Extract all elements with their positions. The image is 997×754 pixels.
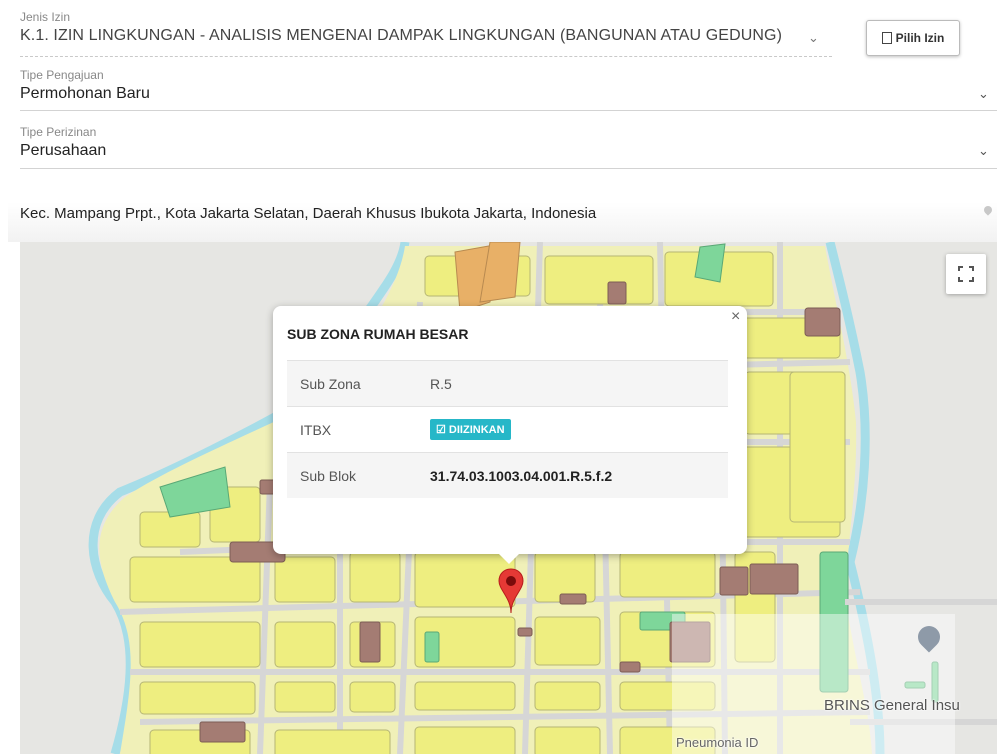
table-row: ITBX ☑ DIIZINKAN: [287, 406, 728, 453]
row-key: ITBX: [287, 406, 430, 453]
tipe-perizinan-value[interactable]: Perusahaan: [20, 141, 997, 161]
map-marker-icon[interactable]: [498, 568, 524, 614]
pilih-izin-button[interactable]: Pilih Izin: [866, 20, 960, 56]
fullscreen-button[interactable]: [946, 254, 986, 294]
jenis-izin-label: Jenis Izin: [20, 10, 71, 24]
tipe-pengajuan-underline: [20, 110, 997, 111]
tipe-perizinan-underline: [20, 168, 997, 169]
jenis-izin-value[interactable]: K.1. IZIN LINGKUNGAN - ANALISIS MENGENAI…: [20, 26, 832, 46]
table-row: Sub Zona R.5: [287, 360, 728, 407]
address-text[interactable]: Kec. Mampang Prpt., Kota Jakarta Selatan…: [20, 205, 596, 222]
tipe-perizinan-select[interactable]: Tipe Perizinan Perusahaan: [20, 125, 997, 161]
row-value: 31.74.03.1003.04.001.R.5.f.2: [430, 452, 728, 498]
row-value: ☑ DIIZINKAN: [430, 406, 728, 453]
table-row: Sub Blok 31.74.03.1003.04.001.R.5.f.2: [287, 452, 728, 498]
popup-title: SUB ZONA RUMAH BESAR: [287, 326, 469, 342]
row-value: R.5: [430, 360, 728, 407]
tipe-pengajuan-label: Tipe Pengajuan: [20, 68, 104, 82]
zone-info-table: Sub Zona R.5 ITBX ☑ DIIZINKAN Sub Blok 3…: [287, 360, 728, 498]
row-key: Sub Zona: [287, 360, 430, 407]
status-badge: ☑ DIIZINKAN: [430, 419, 511, 440]
chevron-down-icon[interactable]: ⌄: [978, 143, 989, 159]
close-icon[interactable]: ×: [731, 308, 740, 326]
poi-area: [672, 614, 955, 754]
jenis-izin-underline: [20, 56, 832, 57]
pilih-izin-label: Pilih Izin: [895, 31, 945, 45]
fullscreen-icon: [958, 266, 974, 282]
chevron-down-icon[interactable]: ⌄: [808, 30, 819, 46]
tipe-perizinan-label: Tipe Perizinan: [20, 125, 97, 139]
location-pin-icon: [982, 204, 994, 216]
jenis-izin-field[interactable]: Jenis Izin K.1. IZIN LINGKUNGAN - ANALIS…: [20, 10, 832, 46]
document-icon: [881, 31, 892, 44]
tipe-pengajuan-value[interactable]: Permohonan Baru: [20, 84, 997, 104]
poi-label[interactable]: BRINS General Insu: [824, 697, 960, 714]
tipe-pengajuan-select[interactable]: Tipe Pengajuan Permohonan Baru: [20, 68, 997, 104]
chevron-down-icon[interactable]: ⌄: [978, 86, 989, 102]
zone-info-popup: × SUB ZONA RUMAH BESAR Sub Zona R.5 ITBX…: [273, 306, 747, 564]
poi-label[interactable]: Pneumonia ID: [676, 735, 758, 750]
popup-tail: [497, 552, 521, 564]
row-key: Sub Blok: [287, 452, 430, 498]
address-search-input[interactable]: Kec. Mampang Prpt., Kota Jakarta Selatan…: [8, 202, 997, 242]
